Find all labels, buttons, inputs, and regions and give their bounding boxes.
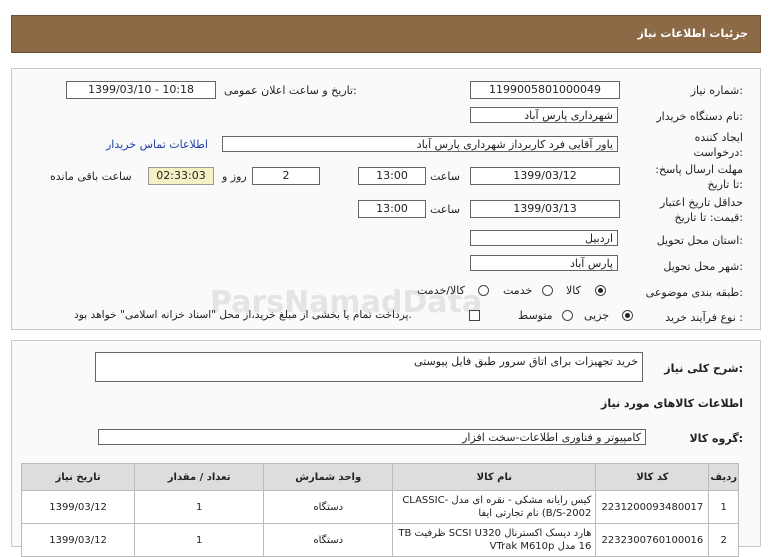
- cell-unit: دستگاه: [263, 523, 394, 557]
- page-header: جزئیات اطلاعات نیاز: [11, 15, 761, 53]
- reply-time-field: 13:00: [358, 167, 426, 185]
- goods-info-title: اطلاعات کالاهای مورد نیاز: [601, 397, 743, 410]
- goods-table: ردیف کد کالا نام کالا واحد شمارش تعداد /…: [20, 463, 739, 557]
- page-title: جزئیات اطلاعات نیاز: [637, 27, 749, 40]
- cell-name: کیس رایانه مشکی - نقره ای مدل CLASSIC-(B…: [392, 490, 597, 524]
- announce-field: 1399/03/10 - 10:18: [66, 81, 216, 99]
- buyer-org-label: نام دستگاه خریدار:: [656, 110, 743, 123]
- creator-label: ایجاد کننده درخواست:: [693, 131, 744, 159]
- col-code: کد کالا: [595, 463, 710, 491]
- province-label: استان محل تحویل:: [656, 234, 743, 247]
- col-need-date: تاریخ نیاز: [20, 463, 136, 491]
- need-number-label: شماره نیاز:: [690, 84, 743, 97]
- reply-deadline-label: مهلت ارسال پاسخ: تا تاریخ:: [655, 163, 743, 191]
- cell-need-date: 1399/03/12: [20, 490, 136, 524]
- process-partial-label: جزیی: [584, 309, 610, 322]
- cell-quantity: 1: [134, 490, 265, 524]
- category-label: طبقه بندی موضوعی:: [645, 286, 743, 299]
- description-field: خرید تجهیزات برای اتاق سرور طبق فایل پیو…: [95, 352, 643, 382]
- need-number-field: 1199005801000049: [470, 81, 620, 99]
- validity-time-label: ساعت: [430, 203, 460, 216]
- table-row[interactable]: 2 2232300760100016 هارد دیسک اکسترنال SC…: [20, 523, 739, 557]
- validity-label: حداقل تاریخ اعتبار قیمت: تا تاریخ:: [659, 196, 743, 224]
- reply-date-field: 1399/03/12: [470, 167, 620, 185]
- cell-quantity: 1: [134, 523, 265, 557]
- cell-row: 1: [708, 490, 739, 524]
- treasury-payment-note: پرداخت تمام یا بخشی از مبلغ خرید،از محل …: [74, 309, 412, 321]
- table-header-row: ردیف کد کالا نام کالا واحد شمارش تعداد /…: [20, 463, 739, 491]
- treasury-payment-checkbox[interactable]: [469, 310, 480, 321]
- remaining-label: ساعت باقی مانده: [50, 170, 132, 183]
- remaining-timer: 02:33:03: [148, 167, 214, 185]
- validity-date-field: 1399/03/13: [470, 200, 620, 218]
- process-medium-radio[interactable]: [562, 310, 573, 321]
- goods-group-field: کامپیوتر و فناوری اطلاعات-سخت افزار: [98, 429, 646, 445]
- buyer-org-field: شهرداری پارس آباد: [470, 107, 618, 123]
- creator-field: یاور آقایی فرد کاربرداز شهرداری پارس آبا…: [222, 136, 618, 152]
- col-unit: واحد شمارش: [263, 463, 394, 491]
- goods-group-label: گروه کالا:: [689, 432, 743, 445]
- category-service-label: خدمت: [503, 284, 533, 297]
- description-label: شرح کلی نیاز:: [664, 362, 743, 375]
- cell-name: هارد دیسک اکسترنال SCSI U320 ظرفیت TB 16…: [392, 523, 597, 557]
- table-row[interactable]: 1 2231200093480017 کیس رایانه مشکی - نقر…: [20, 490, 739, 524]
- col-name: نام کالا: [392, 463, 597, 491]
- category-goods-service-radio[interactable]: [478, 285, 489, 296]
- category-goods-service-label: کالا/خدمت: [417, 284, 465, 297]
- days-label: روز و: [222, 170, 247, 183]
- process-partial-radio[interactable]: [622, 310, 633, 321]
- province-field: اردبیل: [470, 230, 618, 246]
- col-quantity: تعداد / مقدار: [134, 463, 265, 491]
- cell-need-date: 1399/03/12: [20, 523, 136, 557]
- cell-row: 2: [708, 523, 739, 557]
- process-label: نوع فرآیند خرید :: [665, 311, 743, 324]
- cell-code: 2232300760100016: [595, 523, 710, 557]
- reply-time-label: ساعت: [430, 170, 460, 183]
- city-field: پارس آباد: [470, 255, 618, 271]
- cell-unit: دستگاه: [263, 490, 394, 524]
- process-medium-label: متوسط: [518, 309, 553, 322]
- cell-code: 2231200093480017: [595, 490, 710, 524]
- col-row: ردیف: [708, 463, 739, 491]
- city-label: شهر محل تحویل:: [663, 260, 743, 273]
- days-field: 2: [252, 167, 320, 185]
- validity-time-field: 13:00: [358, 200, 426, 218]
- category-goods-label: کالا: [566, 284, 581, 297]
- announce-label: تاریخ و ساعت اعلان عمومی:: [224, 84, 357, 97]
- buyer-contact-link[interactable]: اطلاعات تماس خریدار: [106, 138, 208, 151]
- category-goods-radio[interactable]: [595, 285, 606, 296]
- category-service-radio[interactable]: [542, 285, 553, 296]
